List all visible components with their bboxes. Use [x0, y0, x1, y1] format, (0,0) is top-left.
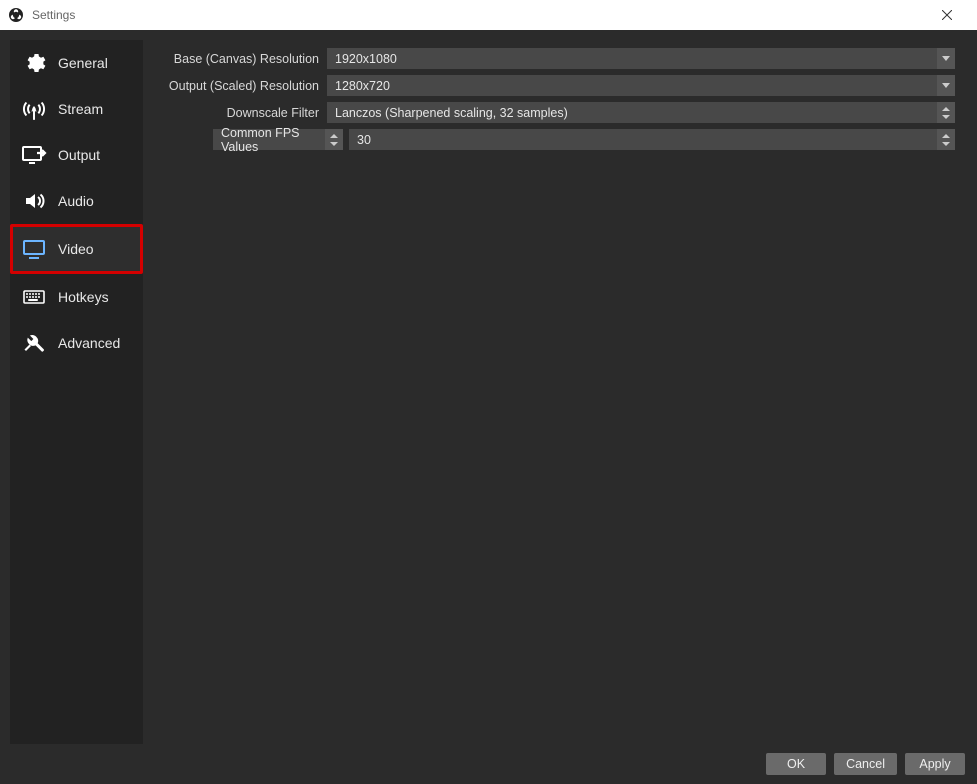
chevron-down-icon [937, 75, 955, 96]
sidebar-item-label: Advanced [58, 335, 120, 351]
sidebar-item-advanced[interactable]: Advanced [10, 320, 143, 366]
sidebar-item-label: Audio [58, 193, 94, 209]
sidebar-item-hotkeys[interactable]: Hotkeys [10, 274, 143, 320]
downscale-filter-label: Downscale Filter [151, 106, 321, 120]
monitor-icon [20, 235, 48, 263]
app-icon [8, 7, 24, 23]
sidebar-item-audio[interactable]: Audio [10, 178, 143, 224]
fps-row: Common FPS Values 30 [151, 129, 955, 150]
antenna-icon: A [20, 95, 48, 123]
sidebar-item-label: Hotkeys [58, 289, 109, 305]
output-resolution-value: 1280x720 [327, 79, 937, 93]
updown-icon [937, 129, 955, 150]
output-resolution-combo[interactable]: 1280x720 [327, 75, 955, 96]
settings-sidebar: General A Stream Output Audio [10, 40, 143, 744]
sidebar-item-general[interactable]: General [10, 40, 143, 86]
sidebar-item-label: Stream [58, 101, 103, 117]
output-resolution-label: Output (Scaled) Resolution [151, 79, 321, 93]
fps-value-combo[interactable]: 30 [349, 129, 955, 150]
tools-icon [20, 329, 48, 357]
dialog-body: General A Stream Output Audio [0, 30, 977, 744]
output-icon [20, 141, 48, 169]
sidebar-item-label: Video [58, 241, 94, 257]
video-settings-panel: Base (Canvas) Resolution 1920x1080 Outpu… [151, 40, 967, 744]
base-resolution-row: Base (Canvas) Resolution 1920x1080 [151, 48, 955, 69]
sidebar-item-video[interactable]: Video [10, 224, 143, 274]
sidebar-item-label: Output [58, 147, 100, 163]
svg-text:A: A [31, 105, 37, 114]
fps-mode-updown[interactable] [325, 129, 343, 150]
sidebar-item-label: General [58, 55, 108, 71]
base-resolution-label: Base (Canvas) Resolution [151, 52, 321, 66]
apply-button[interactable]: Apply [905, 753, 965, 775]
output-resolution-row: Output (Scaled) Resolution 1280x720 [151, 75, 955, 96]
dialog-footer: OK Cancel Apply [0, 744, 977, 784]
base-resolution-combo[interactable]: 1920x1080 [327, 48, 955, 69]
fps-mode-value: Common FPS Values [221, 126, 317, 154]
downscale-filter-combo[interactable]: Lanczos (Sharpened scaling, 32 samples) [327, 102, 955, 123]
window-close-button[interactable] [924, 0, 969, 30]
speaker-icon [20, 187, 48, 215]
gear-icon [20, 49, 48, 77]
fps-mode-combo[interactable]: Common FPS Values [213, 129, 325, 150]
base-resolution-value: 1920x1080 [327, 52, 937, 66]
settings-window: Settings General A Stream [0, 0, 977, 784]
chevron-down-icon [937, 48, 955, 69]
sidebar-item-output[interactable]: Output [10, 132, 143, 178]
downscale-filter-row: Downscale Filter Lanczos (Sharpened scal… [151, 102, 955, 123]
fps-value: 30 [349, 133, 937, 147]
window-title: Settings [32, 8, 924, 22]
updown-icon [937, 102, 955, 123]
titlebar: Settings [0, 0, 977, 30]
keyboard-icon [20, 283, 48, 311]
ok-button[interactable]: OK [766, 753, 826, 775]
sidebar-item-stream[interactable]: A Stream [10, 86, 143, 132]
cancel-button[interactable]: Cancel [834, 753, 897, 775]
downscale-filter-value: Lanczos (Sharpened scaling, 32 samples) [327, 106, 937, 120]
